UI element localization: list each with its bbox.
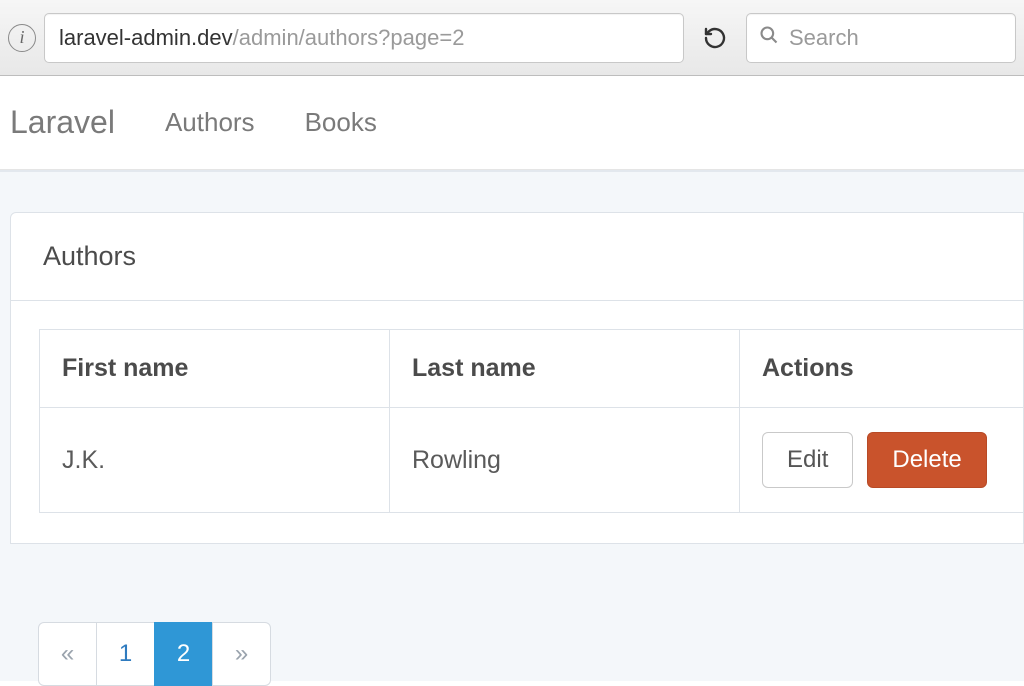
browser-search-box[interactable] — [746, 13, 1016, 63]
cell-first-name: J.K. — [40, 408, 390, 513]
col-header-first-name: First name — [40, 330, 390, 408]
delete-button[interactable]: Delete — [867, 432, 986, 488]
brand-logo[interactable]: Laravel — [10, 104, 115, 141]
cell-last-name: Rowling — [390, 408, 740, 513]
site-info-icon[interactable]: i — [8, 24, 36, 52]
authors-panel: Authors First name Last name Actions J.K… — [10, 212, 1024, 544]
app-navbar: Laravel Authors Books — [0, 76, 1024, 170]
browser-search-input[interactable] — [789, 25, 1003, 51]
table-row: J.K. Rowling Edit Delete — [40, 408, 1024, 513]
url-host: laravel-admin.dev — [59, 25, 233, 50]
url-text: laravel-admin.dev/admin/authors?page=2 — [59, 25, 464, 51]
authors-table: First name Last name Actions J.K. Rowlin… — [39, 329, 1023, 513]
nav-link-authors[interactable]: Authors — [165, 107, 255, 138]
nav-link-books[interactable]: Books — [305, 107, 377, 138]
pagination: « 1 2 » — [38, 622, 1024, 686]
page-1[interactable]: 1 — [96, 622, 155, 686]
address-bar[interactable]: laravel-admin.dev/admin/authors?page=2 — [44, 13, 684, 63]
col-header-actions: Actions — [740, 330, 1024, 408]
browser-toolbar: i laravel-admin.dev/admin/authors?page=2 — [0, 0, 1024, 76]
url-path: /admin/authors?page=2 — [233, 25, 465, 50]
reload-icon — [703, 26, 727, 50]
panel-body: First name Last name Actions J.K. Rowlin… — [11, 301, 1023, 543]
col-header-last-name: Last name — [390, 330, 740, 408]
reload-button[interactable] — [692, 15, 738, 61]
panel-title: Authors — [11, 213, 1023, 301]
search-icon — [759, 25, 779, 51]
page-prev[interactable]: « — [38, 622, 97, 686]
table-header-row: First name Last name Actions — [40, 330, 1024, 408]
page-body: Authors First name Last name Actions J.K… — [0, 170, 1024, 681]
edit-button[interactable]: Edit — [762, 432, 853, 488]
cell-actions: Edit Delete — [740, 408, 1024, 513]
page-next[interactable]: » — [212, 622, 271, 686]
page-2[interactable]: 2 — [154, 622, 213, 686]
